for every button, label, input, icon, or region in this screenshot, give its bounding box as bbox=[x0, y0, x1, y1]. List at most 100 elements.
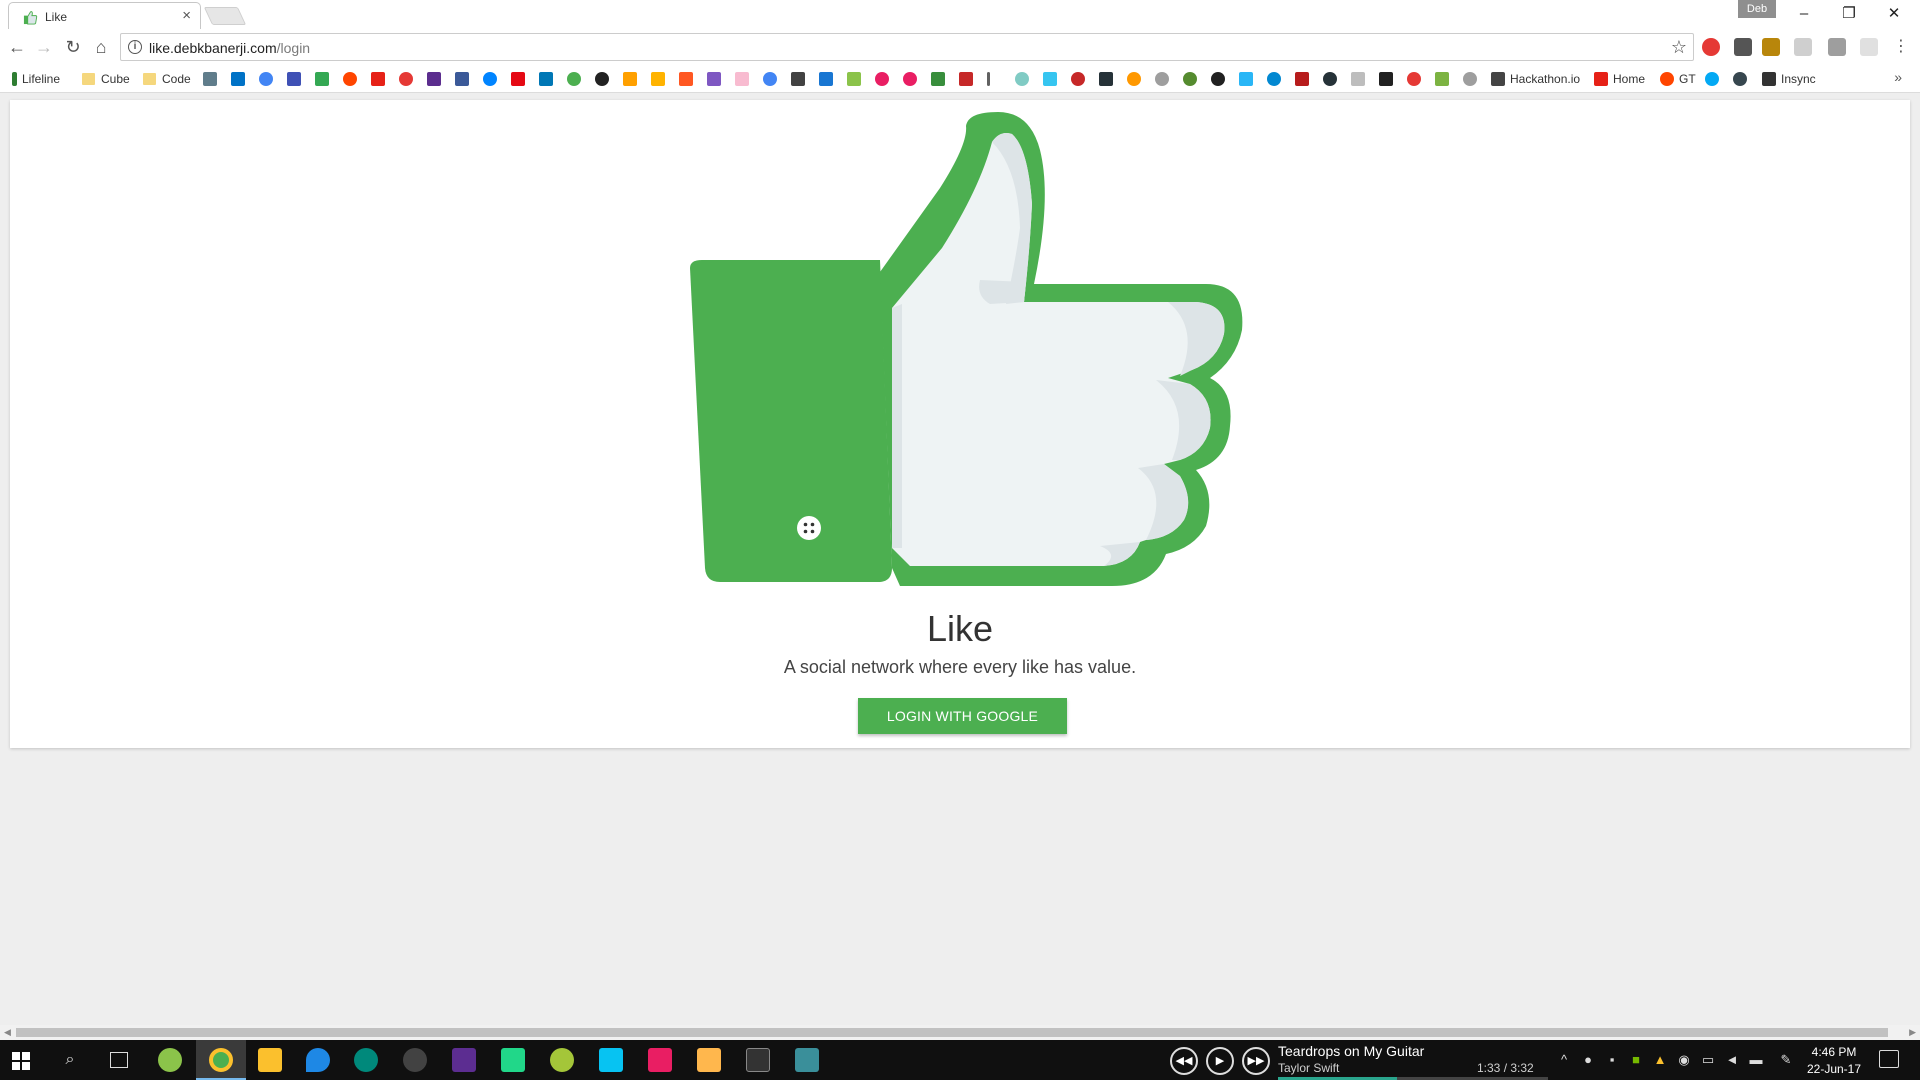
bookmark-home[interactable]: Home bbox=[1594, 70, 1645, 88]
bookmark-icon-only[interactable] bbox=[595, 70, 614, 88]
restore-button[interactable]: ❐ bbox=[1827, 2, 1871, 26]
chevron-up-icon[interactable]: ^ bbox=[1556, 1052, 1572, 1068]
bookmark-icon-only[interactable] bbox=[1705, 70, 1724, 88]
previous-track-icon[interactable]: ◀◀ bbox=[1170, 1047, 1198, 1075]
bookmark-icon-only[interactable] bbox=[707, 70, 726, 88]
bookmark-icon-only[interactable] bbox=[791, 70, 810, 88]
forward-arrow-icon[interactable]: → bbox=[33, 36, 55, 58]
bookmark-icon-only[interactable] bbox=[567, 70, 586, 88]
bookmark-icon-only[interactable] bbox=[511, 70, 530, 88]
scrollbar-thumb[interactable] bbox=[16, 1028, 1888, 1037]
bookmark-icon-only[interactable] bbox=[343, 70, 362, 88]
extension-icon[interactable] bbox=[1734, 38, 1752, 56]
webstorm-icon[interactable] bbox=[599, 1048, 623, 1072]
extension-icon[interactable] bbox=[1828, 38, 1846, 56]
profile-badge[interactable]: Deb bbox=[1738, 0, 1776, 18]
bookmark-icon-only[interactable] bbox=[259, 70, 278, 88]
bookmark-hackathon[interactable]: Hackathon.io bbox=[1491, 70, 1580, 88]
url-text[interactable]: like.debkbanerji.com/login bbox=[149, 40, 310, 56]
new-tab-button[interactable] bbox=[203, 7, 247, 25]
tab-close-icon[interactable]: × bbox=[182, 7, 191, 24]
droplet-icon[interactable]: ● bbox=[1580, 1052, 1596, 1068]
scroll-right-arrow-icon[interactable]: ▶ bbox=[1909, 1025, 1916, 1040]
bookmark-icon-only[interactable] bbox=[231, 70, 250, 88]
bookmark-folder-cube[interactable]: Cube bbox=[82, 70, 130, 88]
bookmark-icon-only[interactable] bbox=[1211, 70, 1230, 88]
tray-icon[interactable]: ◉ bbox=[1676, 1052, 1692, 1068]
close-window-button[interactable]: ✕ bbox=[1872, 2, 1916, 26]
clover-app-icon[interactable] bbox=[158, 1048, 182, 1072]
bookmark-star-icon[interactable]: ☆ bbox=[1671, 37, 1687, 58]
bookmark-icon-only[interactable] bbox=[1183, 70, 1202, 88]
bookmark-icon-only[interactable] bbox=[1463, 70, 1482, 88]
bookmark-icon-only[interactable] bbox=[1379, 70, 1398, 88]
bookmark-icon-only[interactable] bbox=[679, 70, 698, 88]
bookmark-icon-only[interactable] bbox=[399, 70, 418, 88]
bookmark-icon-only[interactable] bbox=[987, 70, 995, 88]
bookmark-icon-only[interactable] bbox=[1239, 70, 1258, 88]
address-bar[interactable]: i like.debkbanerji.com/login ☆ bbox=[120, 33, 1694, 61]
android-studio-icon[interactable] bbox=[550, 1048, 574, 1072]
bookmark-icon-only[interactable] bbox=[623, 70, 642, 88]
scroll-left-arrow-icon[interactable]: ◀ bbox=[4, 1025, 11, 1040]
bookmark-icon-only[interactable] bbox=[1435, 70, 1454, 88]
bookmark-icon-only[interactable] bbox=[1295, 70, 1314, 88]
tab-like[interactable]: Like × bbox=[8, 2, 201, 29]
reload-icon[interactable]: ↻ bbox=[62, 36, 84, 58]
network-icon[interactable]: ▭ bbox=[1700, 1052, 1716, 1068]
bookmark-icon-only[interactable] bbox=[483, 70, 502, 88]
bookmark-icon-only[interactable] bbox=[819, 70, 838, 88]
bookmark-icon-only[interactable] bbox=[1043, 70, 1062, 88]
app-icon[interactable] bbox=[648, 1048, 672, 1072]
bookmark-icon-only[interactable] bbox=[203, 70, 222, 88]
chrome-icon[interactable] bbox=[209, 1048, 233, 1072]
bookmark-icon-only[interactable] bbox=[903, 70, 922, 88]
clock-date[interactable]: 22-Jun-17 bbox=[1806, 1062, 1862, 1076]
sublime-icon[interactable] bbox=[697, 1048, 721, 1072]
play-icon[interactable]: ▶ bbox=[1206, 1047, 1234, 1075]
battery-icon[interactable]: ▬ bbox=[1748, 1052, 1764, 1068]
volume-muted-icon[interactable]: ◄ bbox=[1724, 1052, 1740, 1068]
bookmark-icon-only[interactable] bbox=[1407, 70, 1426, 88]
extension-icon[interactable] bbox=[1762, 38, 1780, 56]
bookmark-icon-only[interactable] bbox=[539, 70, 558, 88]
search-icon[interactable]: ⌕ bbox=[62, 1052, 78, 1068]
drive-icon[interactable]: ▲ bbox=[1652, 1052, 1668, 1068]
bookmark-icon-only[interactable] bbox=[1099, 70, 1118, 88]
bookmark-icon-only[interactable] bbox=[1155, 70, 1174, 88]
bookmark-icon-only[interactable] bbox=[287, 70, 306, 88]
login-with-google-button[interactable]: LOGIN WITH GOOGLE bbox=[858, 698, 1067, 734]
extension-icon[interactable] bbox=[1860, 38, 1878, 56]
bookmark-folder-code[interactable]: Code bbox=[143, 70, 191, 88]
minimize-button[interactable]: – bbox=[1782, 2, 1826, 26]
extension-icon[interactable] bbox=[1794, 38, 1812, 56]
more-bookmarks-chevron-icon[interactable]: » bbox=[1894, 69, 1902, 85]
opera-extension-icon[interactable] bbox=[1702, 38, 1720, 56]
menu-kebab-icon[interactable]: ⋮ bbox=[1890, 36, 1912, 58]
nvidia-icon[interactable]: ■ bbox=[1628, 1052, 1644, 1068]
tray-icon[interactable]: ▪ bbox=[1604, 1052, 1620, 1068]
bookmark-icon-only[interactable] bbox=[651, 70, 670, 88]
bookmark-icon-only[interactable] bbox=[1071, 70, 1090, 88]
bookmark-lifeline[interactable]: Lifeline bbox=[12, 70, 60, 88]
terminal-icon[interactable] bbox=[746, 1048, 770, 1072]
app-icon[interactable] bbox=[403, 1048, 427, 1072]
droplet-app-icon[interactable] bbox=[306, 1048, 330, 1072]
pen-icon[interactable]: ✎ bbox=[1778, 1052, 1794, 1068]
keep-icon[interactable] bbox=[258, 1048, 282, 1072]
notifications-icon[interactable] bbox=[1879, 1050, 1899, 1068]
site-info-icon[interactable]: i bbox=[128, 40, 142, 54]
bookmark-icon-only[interactable] bbox=[959, 70, 978, 88]
bookmark-icon-only[interactable] bbox=[1351, 70, 1370, 88]
bookmark-icon-only[interactable] bbox=[455, 70, 474, 88]
pycharm-icon[interactable] bbox=[501, 1048, 525, 1072]
back-arrow-icon[interactable]: ← bbox=[6, 36, 28, 58]
bookmark-icon-only[interactable] bbox=[875, 70, 894, 88]
bookmark-gt[interactable]: GT bbox=[1660, 70, 1696, 88]
bookmark-icon-only[interactable] bbox=[371, 70, 390, 88]
bookmark-icon-only[interactable] bbox=[315, 70, 334, 88]
bookmark-icon-only[interactable] bbox=[735, 70, 754, 88]
task-view-icon[interactable] bbox=[110, 1052, 128, 1068]
app-icon[interactable] bbox=[354, 1048, 378, 1072]
bookmark-icon-only[interactable] bbox=[1127, 70, 1146, 88]
